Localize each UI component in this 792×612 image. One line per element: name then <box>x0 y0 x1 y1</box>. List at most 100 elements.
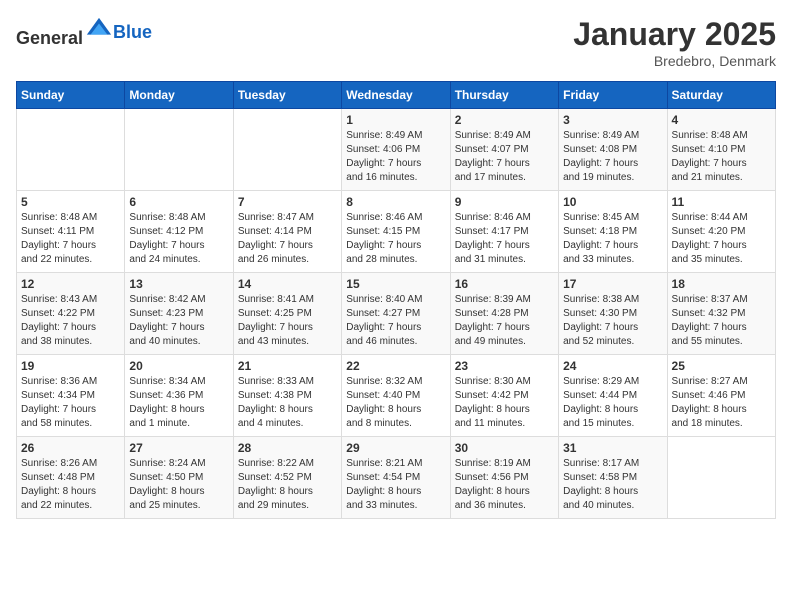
calendar-cell: 15 Sunrise: 8:40 AM Sunset: 4:27 PM Dayli… <box>342 273 450 355</box>
day-number: 12 <box>21 277 120 291</box>
cell-content: Sunrise: 8:24 AM Sunset: 4:50 PM Dayligh… <box>129 457 228 513</box>
cell-content: Sunrise: 8:39 AM Sunset: 4:28 PM Dayligh… <box>455 293 554 349</box>
day-number: 23 <box>455 359 554 373</box>
cell-content: Sunrise: 8:36 AM Sunset: 4:34 PM Dayligh… <box>21 375 120 431</box>
calendar-cell: 14Sunrise: 8:41 AM Sunset: 4:25 PM Dayli… <box>233 273 341 355</box>
day-number: 29 <box>346 441 445 455</box>
day-number: 25 <box>672 359 771 373</box>
weekday-header-row: SundayMondayTuesdayWednesdayThursdayFrid… <box>17 82 776 109</box>
calendar-cell: 11Sunrise: 8:44 AM Sunset: 4:20 PM Dayli… <box>667 191 775 273</box>
calendar-cell: 21 Sunrise: 8:33 AM Sunset: 4:38 PM Dayli… <box>233 355 341 437</box>
calendar-week-row: 1 Sunrise: 8:49 AM Sunset: 4:06 PM Daylig… <box>17 109 776 191</box>
day-number: 20 <box>129 359 228 373</box>
cell-content: Sunrise: 8:22 AM Sunset: 4:52 PM Dayligh… <box>238 457 337 513</box>
cell-content: Sunrise: 8:29 AM Sunset: 4:44 PM Dayligh… <box>563 375 662 431</box>
cell-content: Sunrise: 8:33 AM Sunset: 4:38 PM Dayligh… <box>238 375 337 431</box>
calendar-cell: 18Sunrise: 8:37 AM Sunset: 4:32 PM Dayli… <box>667 273 775 355</box>
calendar-cell: 20 Sunrise: 8:34 AM Sunset: 4:36 PM Dayli… <box>125 355 233 437</box>
cell-content: Sunrise: 8:40 AM Sunset: 4:27 PM Dayligh… <box>346 293 445 349</box>
calendar-cell: 31Sunrise: 8:17 AM Sunset: 4:58 PM Dayli… <box>559 437 667 519</box>
calendar-cell <box>233 109 341 191</box>
calendar-cell: 6 Sunrise: 8:48 AM Sunset: 4:12 PM Daylig… <box>125 191 233 273</box>
day-number: 10 <box>563 195 662 209</box>
calendar-cell: 3Sunrise: 8:49 AM Sunset: 4:08 PM Daylig… <box>559 109 667 191</box>
day-number: 11 <box>672 195 771 209</box>
weekday-header-thursday: Thursday <box>450 82 558 109</box>
day-number: 7 <box>238 195 337 209</box>
day-number: 19 <box>21 359 120 373</box>
calendar-week-row: 12 Sunrise: 8:43 AM Sunset: 4:22 PM Dayli… <box>17 273 776 355</box>
day-number: 16 <box>455 277 554 291</box>
calendar-cell: 8Sunrise: 8:46 AM Sunset: 4:15 PM Daylig… <box>342 191 450 273</box>
logo: General Blue <box>16 16 152 49</box>
logo-general: General <box>16 28 83 48</box>
weekday-header-saturday: Saturday <box>667 82 775 109</box>
calendar-cell: 4Sunrise: 8:48 AM Sunset: 4:10 PM Daylig… <box>667 109 775 191</box>
logo-icon <box>85 16 113 44</box>
day-number: 5 <box>21 195 120 209</box>
day-number: 13 <box>129 277 228 291</box>
title-block: January 2025 Bredebro, Denmark <box>573 16 776 69</box>
day-number: 22 <box>346 359 445 373</box>
calendar-cell: 1 Sunrise: 8:49 AM Sunset: 4:06 PM Daylig… <box>342 109 450 191</box>
calendar-cell: 25 Sunrise: 8:27 AM Sunset: 4:46 PM Dayli… <box>667 355 775 437</box>
calendar-week-row: 5 Sunrise: 8:48 AM Sunset: 4:11 PM Daylig… <box>17 191 776 273</box>
day-number: 9 <box>455 195 554 209</box>
day-number: 27 <box>129 441 228 455</box>
calendar-cell: 16 Sunrise: 8:39 AM Sunset: 4:28 PM Dayli… <box>450 273 558 355</box>
calendar-cell: 17 Sunrise: 8:38 AM Sunset: 4:30 PM Dayli… <box>559 273 667 355</box>
day-number: 14 <box>238 277 337 291</box>
cell-content: Sunrise: 8:46 AM Sunset: 4:15 PM Dayligh… <box>346 211 445 267</box>
calendar-cell <box>667 437 775 519</box>
cell-content: Sunrise: 8:21 AM Sunset: 4:54 PM Dayligh… <box>346 457 445 513</box>
page-header: General Blue January 2025 Bredebro, Denm… <box>16 16 776 69</box>
day-number: 18 <box>672 277 771 291</box>
calendar-cell: 26Sunrise: 8:26 AM Sunset: 4:48 PM Dayli… <box>17 437 125 519</box>
calendar-week-row: 19 Sunrise: 8:36 AM Sunset: 4:34 PM Dayli… <box>17 355 776 437</box>
calendar-cell: 30Sunrise: 8:19 AM Sunset: 4:56 PM Dayli… <box>450 437 558 519</box>
cell-content: Sunrise: 8:49 AM Sunset: 4:08 PM Dayligh… <box>563 129 662 185</box>
calendar-cell: 19 Sunrise: 8:36 AM Sunset: 4:34 PM Dayli… <box>17 355 125 437</box>
day-number: 15 <box>346 277 445 291</box>
day-number: 6 <box>129 195 228 209</box>
day-number: 21 <box>238 359 337 373</box>
cell-content: Sunrise: 8:34 AM Sunset: 4:36 PM Dayligh… <box>129 375 228 431</box>
calendar-week-row: 26Sunrise: 8:26 AM Sunset: 4:48 PM Dayli… <box>17 437 776 519</box>
month-title: January 2025 <box>573 16 776 53</box>
calendar-cell: 24Sunrise: 8:29 AM Sunset: 4:44 PM Dayli… <box>559 355 667 437</box>
calendar-cell: 2 Sunrise: 8:49 AM Sunset: 4:07 PM Daylig… <box>450 109 558 191</box>
calendar-cell: 22 Sunrise: 8:32 AM Sunset: 4:40 PM Dayli… <box>342 355 450 437</box>
cell-content: Sunrise: 8:49 AM Sunset: 4:06 PM Dayligh… <box>346 129 445 185</box>
cell-content: Sunrise: 8:48 AM Sunset: 4:12 PM Dayligh… <box>129 211 228 267</box>
calendar-cell: 10 Sunrise: 8:45 AM Sunset: 4:18 PM Dayli… <box>559 191 667 273</box>
day-number: 30 <box>455 441 554 455</box>
cell-content: Sunrise: 8:17 AM Sunset: 4:58 PM Dayligh… <box>563 457 662 513</box>
day-number: 2 <box>455 113 554 127</box>
day-number: 17 <box>563 277 662 291</box>
calendar-table: SundayMondayTuesdayWednesdayThursdayFrid… <box>16 81 776 519</box>
cell-content: Sunrise: 8:30 AM Sunset: 4:42 PM Dayligh… <box>455 375 554 431</box>
cell-content: Sunrise: 8:48 AM Sunset: 4:10 PM Dayligh… <box>672 129 771 185</box>
logo-blue: Blue <box>113 22 152 42</box>
location-subtitle: Bredebro, Denmark <box>573 53 776 69</box>
calendar-cell: 27 Sunrise: 8:24 AM Sunset: 4:50 PM Dayli… <box>125 437 233 519</box>
calendar-cell: 9 Sunrise: 8:46 AM Sunset: 4:17 PM Daylig… <box>450 191 558 273</box>
day-number: 28 <box>238 441 337 455</box>
calendar-cell <box>125 109 233 191</box>
cell-content: Sunrise: 8:38 AM Sunset: 4:30 PM Dayligh… <box>563 293 662 349</box>
weekday-header-wednesday: Wednesday <box>342 82 450 109</box>
cell-content: Sunrise: 8:43 AM Sunset: 4:22 PM Dayligh… <box>21 293 120 349</box>
calendar-cell: 29 Sunrise: 8:21 AM Sunset: 4:54 PM Dayli… <box>342 437 450 519</box>
cell-content: Sunrise: 8:45 AM Sunset: 4:18 PM Dayligh… <box>563 211 662 267</box>
calendar-cell: 5 Sunrise: 8:48 AM Sunset: 4:11 PM Daylig… <box>17 191 125 273</box>
day-number: 1 <box>346 113 445 127</box>
cell-content: Sunrise: 8:32 AM Sunset: 4:40 PM Dayligh… <box>346 375 445 431</box>
cell-content: Sunrise: 8:46 AM Sunset: 4:17 PM Dayligh… <box>455 211 554 267</box>
cell-content: Sunrise: 8:42 AM Sunset: 4:23 PM Dayligh… <box>129 293 228 349</box>
cell-content: Sunrise: 8:27 AM Sunset: 4:46 PM Dayligh… <box>672 375 771 431</box>
calendar-cell <box>17 109 125 191</box>
cell-content: Sunrise: 8:47 AM Sunset: 4:14 PM Dayligh… <box>238 211 337 267</box>
cell-content: Sunrise: 8:48 AM Sunset: 4:11 PM Dayligh… <box>21 211 120 267</box>
calendar-cell: 23 Sunrise: 8:30 AM Sunset: 4:42 PM Dayli… <box>450 355 558 437</box>
cell-content: Sunrise: 8:49 AM Sunset: 4:07 PM Dayligh… <box>455 129 554 185</box>
